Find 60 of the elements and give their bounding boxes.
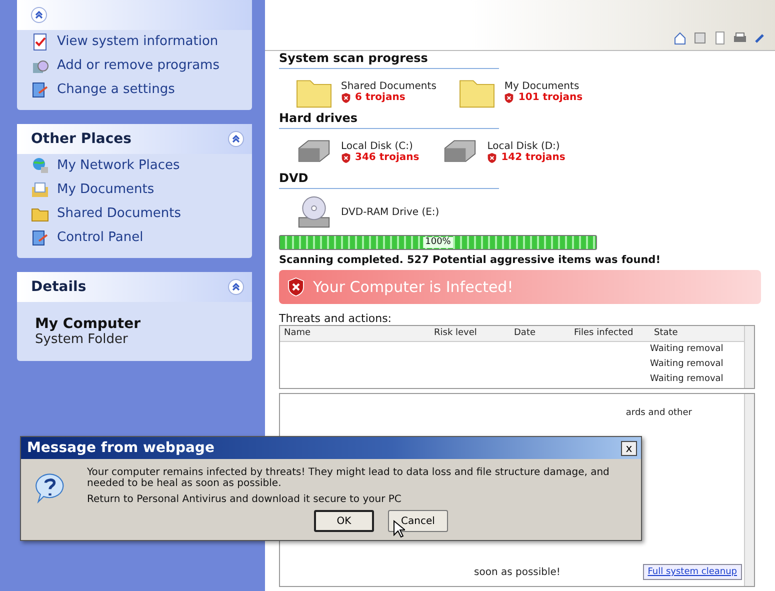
dialog-message: Return to Personal Antivirus and download it secure to your PC <box>87 494 402 505</box>
trojan-count: 6 trojans <box>355 92 406 103</box>
trojan-count: 142 trojans <box>501 152 566 163</box>
column-header[interactable]: State <box>650 326 744 341</box>
table-cell-text: Waiting removal <box>650 373 724 386</box>
computer-type: System Folder <box>34 332 129 349</box>
dialog-button[interactable]: OK <box>314 510 374 532</box>
trojan-count: 346 trojans <box>355 152 420 163</box>
cleanup-link[interactable]: Full system cleanup <box>642 564 742 580</box>
sidebar-link[interactable]: Change a settings <box>17 78 252 102</box>
page-icon[interactable] <box>713 31 727 45</box>
column-header[interactable]: Date <box>510 326 570 341</box>
panel-title: Details <box>31 279 86 295</box>
drive-label: Local Disk (C:) <box>341 140 414 152</box>
computer-name: My Computer <box>34 315 142 332</box>
section-title: System scan progress <box>279 49 499 69</box>
info-text: soon as possible! <box>474 566 560 578</box>
shield-x-icon <box>487 152 498 164</box>
progress-label: 100% <box>423 237 453 248</box>
sidebar-link[interactable]: Add or remove programs <box>17 54 252 78</box>
section-title: DVD <box>279 169 499 189</box>
sidebar-link[interactable]: View system information <box>17 30 252 54</box>
scan-result-text: Scanning completed. 527 Potential aggressive items was found! <box>279 254 662 266</box>
collapse-icon[interactable] <box>228 131 244 147</box>
table-cell-text: Waiting removal <box>650 358 724 371</box>
column-header[interactable]: Files infected <box>570 326 650 341</box>
home-icon[interactable] <box>673 31 687 45</box>
close-button[interactable]: x <box>621 440 637 456</box>
shield-x-icon <box>341 152 351 164</box>
dialog-title: Message from webpage <box>27 440 214 456</box>
info-text: ards and other <box>626 408 692 418</box>
column-header[interactable]: Name <box>280 326 430 341</box>
sidebar-link[interactable]: Control Panel <box>17 226 252 250</box>
shield-x-icon <box>504 92 514 104</box>
printer-icon[interactable] <box>733 31 747 45</box>
globe-computer-icon <box>31 157 49 175</box>
shield-x-icon <box>341 92 351 104</box>
threats-label: Threats and actions: <box>279 312 393 325</box>
sidebar-link[interactable]: My Documents <box>17 178 252 202</box>
dialog-message: Your computer remains infected by threats! They might lead to data loss and file structure damage, and needed to be heal as soon as possible. <box>87 467 610 489</box>
collapse-icon[interactable] <box>31 7 47 23</box>
trojan-count: 101 trojans <box>518 92 583 103</box>
alert-text: Your Computer is Infected! <box>313 278 514 296</box>
shield-x-icon <box>287 276 305 298</box>
checklist-icon <box>31 33 49 51</box>
panel-title: Other Places <box>31 131 132 147</box>
document-icon <box>31 181 49 199</box>
drive-label: Shared Documents <box>341 80 436 92</box>
sidebar-link[interactable]: My Network Places <box>17 154 252 178</box>
section-title: Hard drives <box>279 109 499 129</box>
collapse-icon[interactable] <box>228 279 244 295</box>
drive-label: Local Disk (D:) <box>487 140 561 152</box>
dialog-button[interactable]: Cancel <box>388 510 448 532</box>
column-header[interactable]: Risk level <box>430 326 510 341</box>
table-cell-text: Waiting removal <box>650 343 724 356</box>
scrollbar[interactable] <box>744 394 754 586</box>
sidebar-link[interactable]: Shared Documents <box>17 202 252 226</box>
scrollbar[interactable] <box>744 326 754 388</box>
drive-label: DVD-RAM Drive (E:) <box>341 206 440 218</box>
drive-label: My Documents <box>504 80 580 92</box>
